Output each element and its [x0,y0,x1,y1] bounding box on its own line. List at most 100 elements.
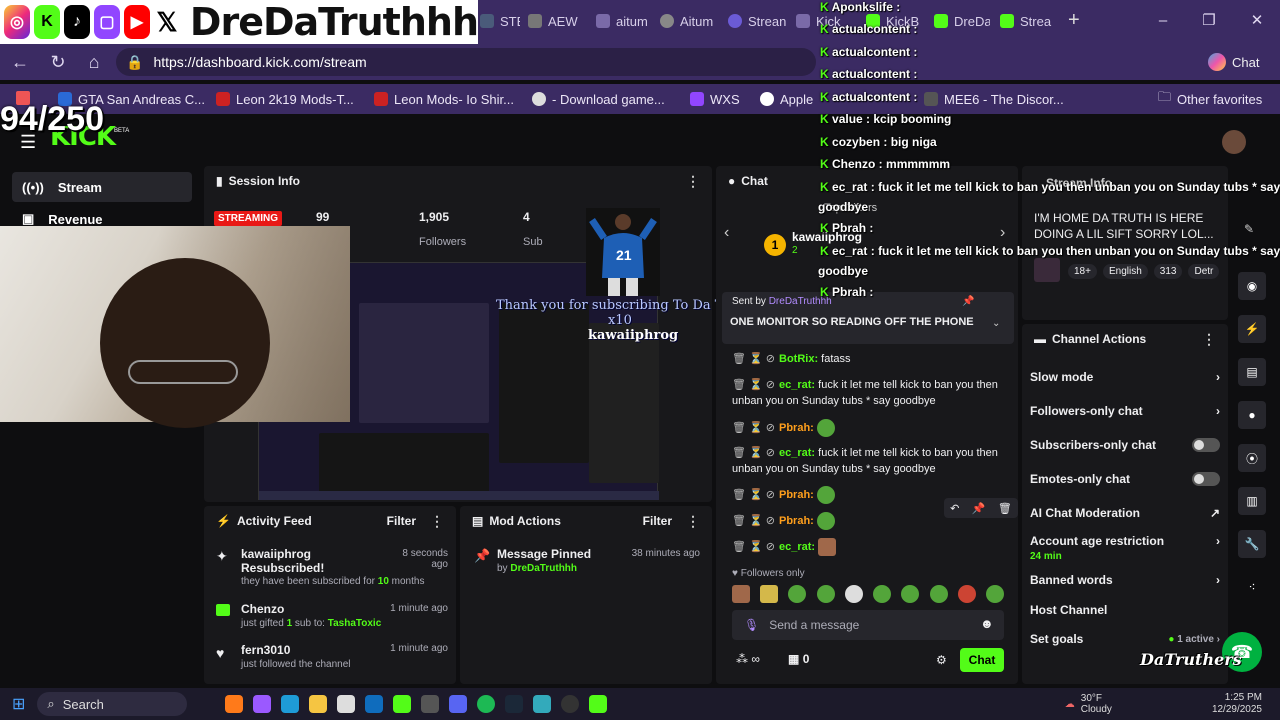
windows-start-icon[interactable]: ⊞ [12,694,25,714]
subscribers-only-action[interactable]: Subscribers-only chat [1030,433,1220,457]
minimize-button[interactable]: – [1148,10,1178,30]
layout-icon[interactable]: ▥ [1238,487,1266,515]
sidebar-item-stream[interactable]: ((•)) Stream [12,172,192,202]
broadcast-icon[interactable]: ⦿ [1238,444,1266,472]
outlook-icon[interactable] [365,695,384,713]
pin-icon[interactable]: 📌 [962,296,974,307]
banned-words-action[interactable]: Banned words › [1030,568,1220,592]
more-options-icon[interactable]: ⋮ [686,173,700,190]
emote-icon[interactable] [844,585,863,603]
avatar[interactable] [1222,130,1246,154]
clock[interactable]: 1:25 PM 12/29/2025 [1212,692,1262,716]
more-options-icon[interactable]: ⋮ [686,513,700,530]
chat-input[interactable]: 🎙 Send a message [732,610,1004,640]
tab-strea[interactable]: Strea [1000,8,1058,34]
emotes-only-action[interactable]: Emotes-only chat [1030,467,1220,491]
share-icon[interactable]: ⁖ [1238,573,1266,601]
viewers-count: 99 [316,210,330,224]
leon-icon [216,92,230,106]
set-goals-action[interactable]: Set goals ● 1 active › [1030,627,1220,651]
store-icon[interactable] [337,695,356,713]
points-icon[interactable]: ⁂ ∞ [736,652,760,666]
send-chat-button[interactable]: Chat [960,648,1004,672]
back-icon[interactable]: ← [8,50,32,74]
ai-moderation-action[interactable]: AI Chat Moderation ↗ [1030,501,1220,525]
tab-steam[interactable]: STEAM [480,8,520,34]
activity-item-resub: kawaiiphrog Resubscribed! [241,547,325,575]
emote-icon[interactable] [816,585,835,603]
url-field[interactable]: 🔒 https://dashboard.kick.com/stream [116,48,816,76]
firefox-icon[interactable] [225,695,244,713]
spotify-icon[interactable] [477,695,496,713]
bookmark-leon2k19[interactable]: Leon 2k19 Mods-T... [216,89,354,109]
streamer-handle: DreDaTruthhh [189,0,479,44]
maximize-button[interactable]: ❐ [1194,10,1224,30]
file-explorer-icon[interactable] [309,695,328,713]
emotes-only-toggle[interactable] [1192,472,1220,486]
refresh-icon[interactable]: ↻ [46,50,70,74]
tab-aitum[interactable]: Aitum [660,8,718,34]
subscribers-only-toggle[interactable] [1192,438,1220,452]
home-icon[interactable]: ⌂ [82,50,106,74]
mee6-icon [924,92,938,106]
tab-aitum-search[interactable]: aitum [596,8,648,34]
camera-icon[interactable]: ◉ [1238,272,1266,300]
emote-icon[interactable] [873,585,892,603]
weather-widget[interactable]: ☁ 30°F Cloudy [1065,693,1112,715]
bookmark-leon-mods[interactable]: Leon Mods- Io Shir... [374,89,514,109]
tab-aew[interactable]: AEW [528,8,580,34]
app-icon[interactable] [589,695,608,713]
copilot-chat-button[interactable]: Chat [1208,50,1272,74]
steam-icon[interactable] [505,695,524,713]
obs-icon[interactable] [561,695,580,713]
chevron-right-icon[interactable]: › [1000,224,1005,242]
more-options-icon[interactable]: ⋮ [430,513,444,530]
weather-icon: ☁ [1064,698,1075,710]
new-tab-button[interactable]: + [1068,10,1088,30]
account-age-action[interactable]: Account age restriction 24 min › [1030,534,1220,562]
emote-icon[interactable] [985,585,1004,603]
emote-icon[interactable] [901,585,920,603]
notes-icon[interactable]: ▤ [1238,358,1266,386]
pin-icon[interactable]: 📌 [972,502,986,515]
emote-icon[interactable] [732,585,750,603]
bookmark-other-favorites[interactable]: 🗀 Other favorites [1158,89,1262,109]
emote-icon[interactable] [760,585,779,603]
app-icon[interactable] [533,695,552,713]
chevron-down-icon[interactable]: ⌄ [992,318,1000,329]
emoji-icon[interactable]: ☻ [980,616,994,631]
edge-icon[interactable] [281,695,300,713]
kick-icon[interactable] [393,695,412,713]
emote-icon[interactable] [957,585,976,603]
emote-icon[interactable] [788,585,807,603]
trash-icon[interactable]: 🗑 [998,502,1012,515]
slow-mode-action[interactable]: Slow mode › [1030,365,1220,389]
mod-filter-button[interactable]: Filter [643,514,672,528]
app-icon[interactable] [253,695,272,713]
wrench-icon[interactable]: 🔧 [1238,530,1266,558]
edit-icon[interactable]: ✎ [1244,222,1254,236]
tab-dreda[interactable]: DreDa [934,8,990,34]
taskbar-search[interactable]: ⌕ Search [37,692,188,716]
chat-icon[interactable]: ● [1238,401,1266,429]
app-icon[interactable] [421,695,440,713]
reply-icon[interactable]: ↶ [950,502,959,515]
emote-icon[interactable] [929,585,948,603]
bookmark-wxs[interactable]: WXS [690,89,740,109]
activity-filter-button[interactable]: Filter [387,514,416,528]
chevron-right-icon: › [1216,573,1220,587]
task-view-icon[interactable] [197,695,215,713]
followers-only-action[interactable]: Followers-only chat › [1030,399,1220,423]
more-options-icon[interactable]: ⋮ [1202,331,1216,348]
bolt-icon[interactable]: ⚡ [1238,315,1266,343]
close-window-button[interactable]: ✕ [1242,10,1272,30]
mod-item-by: by DreDaTruthhh [497,563,578,574]
discord-icon[interactable] [449,695,468,713]
bookmark-mee6[interactable]: MEE6 - The Discor... [924,89,1064,109]
bookmark-download[interactable]: - Download game... [532,89,665,109]
host-channel-action[interactable]: Host Channel [1030,598,1220,622]
settings-icon[interactable]: ⚙ [936,653,947,667]
chevron-left-icon[interactable]: ‹ [724,224,729,242]
tab-stream[interactable]: Strean [728,8,788,34]
bookmark-apple[interactable]: Apple [760,89,813,109]
